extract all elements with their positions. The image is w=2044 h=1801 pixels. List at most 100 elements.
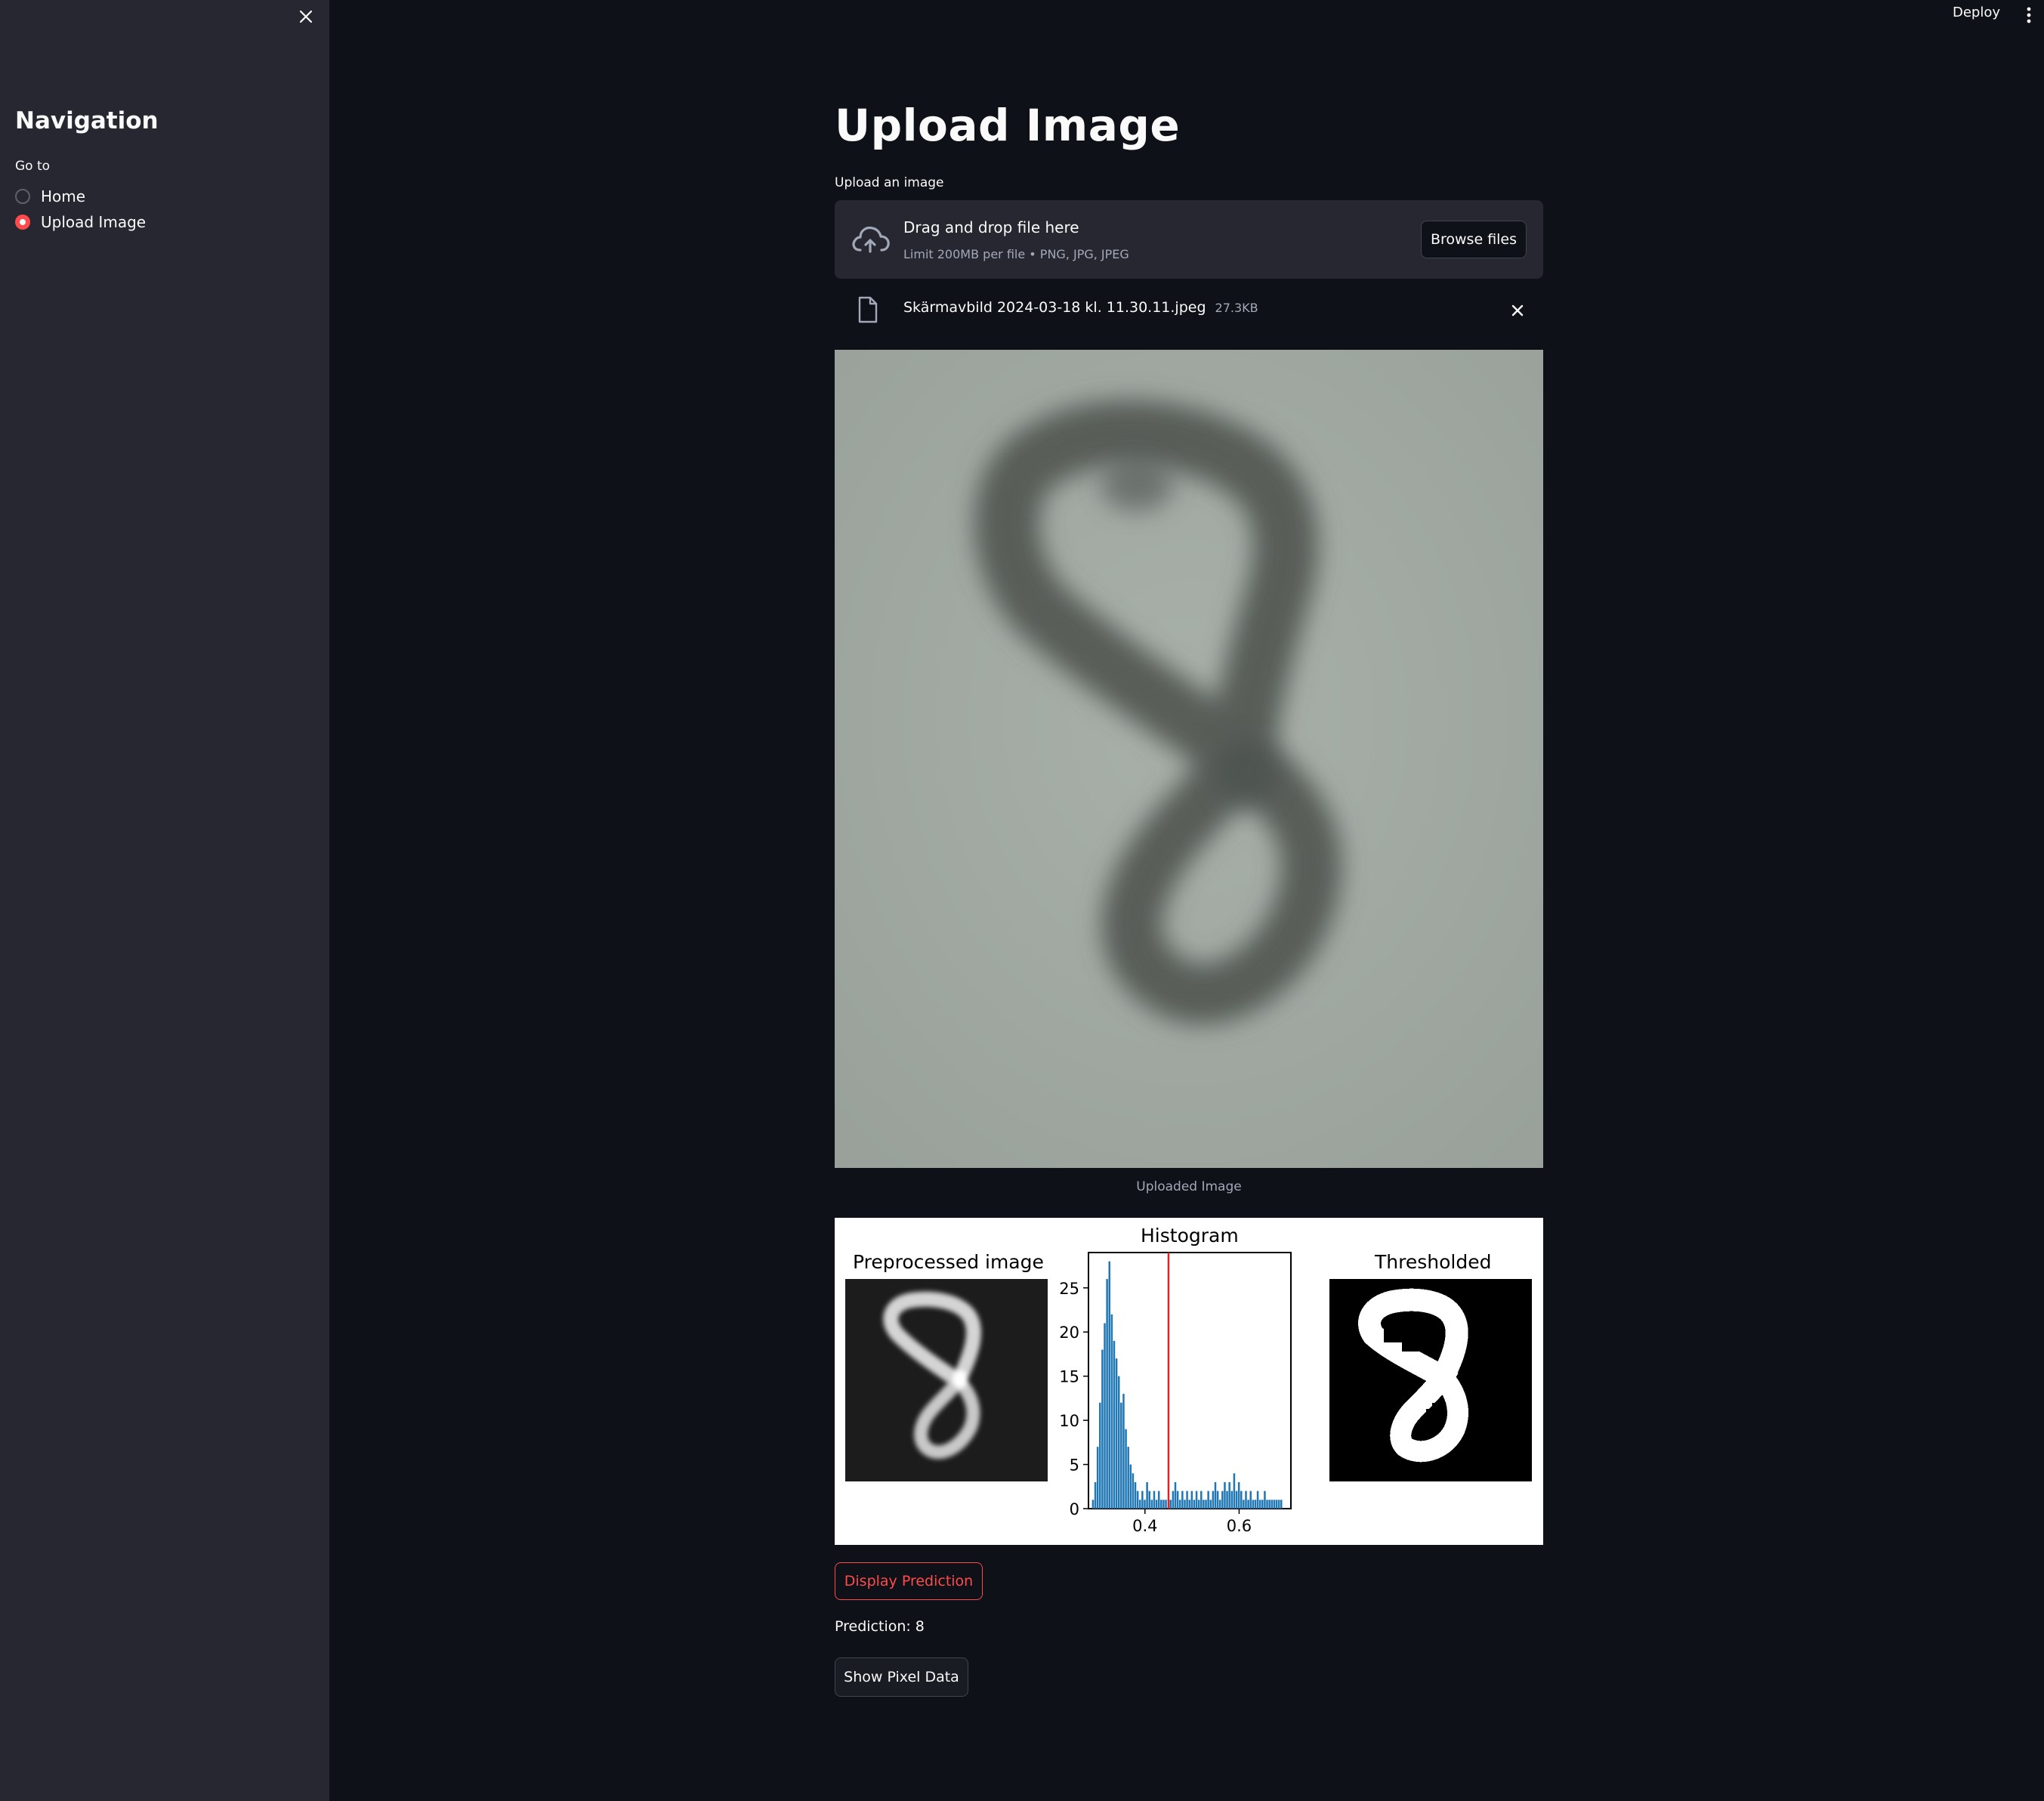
histogram-bar: [1169, 1500, 1172, 1509]
cloud-upload-icon: [852, 226, 890, 253]
histogram-bar: [1273, 1500, 1276, 1509]
histogram-bar: [1150, 1500, 1153, 1509]
histogram-bar: [1157, 1491, 1160, 1509]
y-tick-label: 0: [1070, 1500, 1079, 1518]
y-tick-label: 10: [1059, 1412, 1079, 1430]
histogram-bar: [1136, 1491, 1139, 1509]
histogram-bar: [1252, 1500, 1255, 1509]
histogram-bar: [1178, 1500, 1181, 1509]
browse-files-button[interactable]: Browse files: [1421, 221, 1527, 258]
radio-option-label: Home: [41, 187, 86, 205]
close-sidebar-button[interactable]: [295, 6, 316, 27]
histogram-bar: [1162, 1500, 1165, 1509]
histogram-bar: [1264, 1491, 1266, 1509]
prediction-text: Prediction: 8: [835, 1618, 925, 1635]
file-name-text: Skärmavbild 2024-03-18 kl. 11.30.11.jpeg: [903, 299, 1206, 316]
dropzone-title: Drag and drop file here: [903, 218, 1079, 236]
histogram-x-ticks: 0.4 0.6: [1132, 1509, 1252, 1535]
file-dropzone[interactable]: Drag and drop file here Limit 200MB per …: [835, 200, 1543, 279]
radio-option-home[interactable]: Home: [15, 184, 85, 209]
histogram-bar: [1280, 1500, 1283, 1509]
histogram-bar: [1203, 1500, 1205, 1509]
histogram-bar: [1113, 1340, 1116, 1509]
histogram-bar: [1226, 1491, 1228, 1509]
kebab-menu-icon: [2027, 7, 2031, 23]
histogram-bar: [1094, 1481, 1097, 1509]
dropzone-limit-text: Limit 200MB per file • PNG, JPG, JPEG: [903, 247, 1129, 261]
histogram-bar: [1117, 1376, 1120, 1509]
main-menu-button[interactable]: [2022, 5, 2036, 26]
histogram-bar: [1193, 1500, 1196, 1509]
sidebar: Navigation Go to Home Upload Image: [0, 0, 329, 1801]
histogram-bar: [1268, 1500, 1271, 1509]
histogram-bar: [1254, 1500, 1257, 1509]
y-tick-label: 20: [1059, 1324, 1079, 1342]
y-tick-label: 25: [1059, 1280, 1079, 1298]
histogram-bar: [1141, 1491, 1144, 1509]
histogram-bar: [1243, 1500, 1245, 1509]
histogram-bar: [1122, 1394, 1125, 1509]
histogram-bar: [1205, 1500, 1207, 1509]
radio-selected-icon: [15, 215, 30, 230]
histogram-bar: [1181, 1491, 1184, 1509]
histogram-bar: [1258, 1500, 1261, 1509]
histogram-bar: [1106, 1279, 1108, 1509]
histogram-bar: [1240, 1491, 1243, 1509]
histogram-bar: [1245, 1491, 1247, 1509]
radio-unselected-icon: [15, 189, 30, 204]
histogram-bar: [1115, 1358, 1118, 1509]
histogram-bar: [1214, 1481, 1217, 1509]
file-size: 27.3KB: [1215, 301, 1258, 315]
x-tick-label: 0.4: [1132, 1517, 1157, 1535]
histogram-bar: [1247, 1500, 1249, 1509]
remove-file-button[interactable]: [1508, 301, 1527, 320]
histogram-bar: [1125, 1429, 1127, 1509]
histogram-bar: [1099, 1402, 1101, 1509]
file-uploader-label: Upload an image: [835, 175, 944, 190]
histogram-bar: [1139, 1500, 1141, 1509]
uploaded-file-row: Skärmavbild 2024-03-18 kl. 11.30.11.jpeg…: [835, 292, 1543, 329]
histogram-bar: [1218, 1500, 1221, 1509]
histogram-bar: [1228, 1481, 1230, 1509]
matplotlib-figure: Preprocessed image Histogram Thresholded: [835, 1218, 1543, 1545]
histogram-bar: [1230, 1491, 1234, 1509]
histogram-bar: [1207, 1491, 1209, 1509]
histogram-bar: [1144, 1500, 1146, 1509]
histogram-bar: [1146, 1481, 1148, 1509]
histogram-bar: [1184, 1500, 1186, 1509]
sidebar-title: Navigation: [15, 107, 159, 134]
close-icon: [299, 10, 313, 23]
close-icon: [1511, 304, 1524, 317]
page-title: Upload Image: [835, 100, 1181, 151]
histogram-bar: [1271, 1500, 1274, 1509]
histogram-bars: [1091, 1261, 1283, 1509]
histogram-bar: [1132, 1473, 1135, 1509]
histogram-bar: [1127, 1447, 1129, 1509]
display-prediction-button[interactable]: Display Prediction: [835, 1562, 983, 1600]
image-caption: Uploaded Image: [1136, 1179, 1242, 1194]
uploaded-file-name: Skärmavbild 2024-03-18 kl. 11.30.11.jpeg…: [903, 299, 1258, 316]
histogram-bar: [1221, 1491, 1224, 1509]
prediction-label: Prediction:: [835, 1618, 911, 1635]
radio-option-upload-image[interactable]: Upload Image: [15, 210, 146, 234]
histogram-bar: [1110, 1314, 1113, 1509]
histogram-bar: [1165, 1500, 1167, 1509]
radio-group-label: Go to: [15, 159, 51, 174]
histogram-bar: [1108, 1261, 1111, 1509]
histogram-bar: [1104, 1323, 1106, 1509]
histogram-bar: [1275, 1500, 1278, 1509]
histogram-bar: [1155, 1500, 1158, 1509]
histogram-bar: [1266, 1500, 1268, 1509]
histogram-bar: [1212, 1491, 1215, 1509]
uploaded-image: [835, 350, 1543, 1168]
show-pixel-data-button[interactable]: Show Pixel Data: [835, 1657, 968, 1697]
histogram-bar: [1148, 1491, 1150, 1509]
histogram-bar: [1261, 1500, 1264, 1509]
histogram-bar: [1120, 1402, 1122, 1509]
histogram-chart: 0 5 10 15 20 25 0.4 0.6: [1059, 1252, 1292, 1535]
histogram-bar: [1235, 1491, 1238, 1509]
histogram-bar: [1172, 1491, 1175, 1509]
deploy-button[interactable]: Deploy: [1953, 5, 2000, 20]
histogram-bar: [1129, 1464, 1132, 1509]
histogram-bar: [1174, 1481, 1177, 1509]
